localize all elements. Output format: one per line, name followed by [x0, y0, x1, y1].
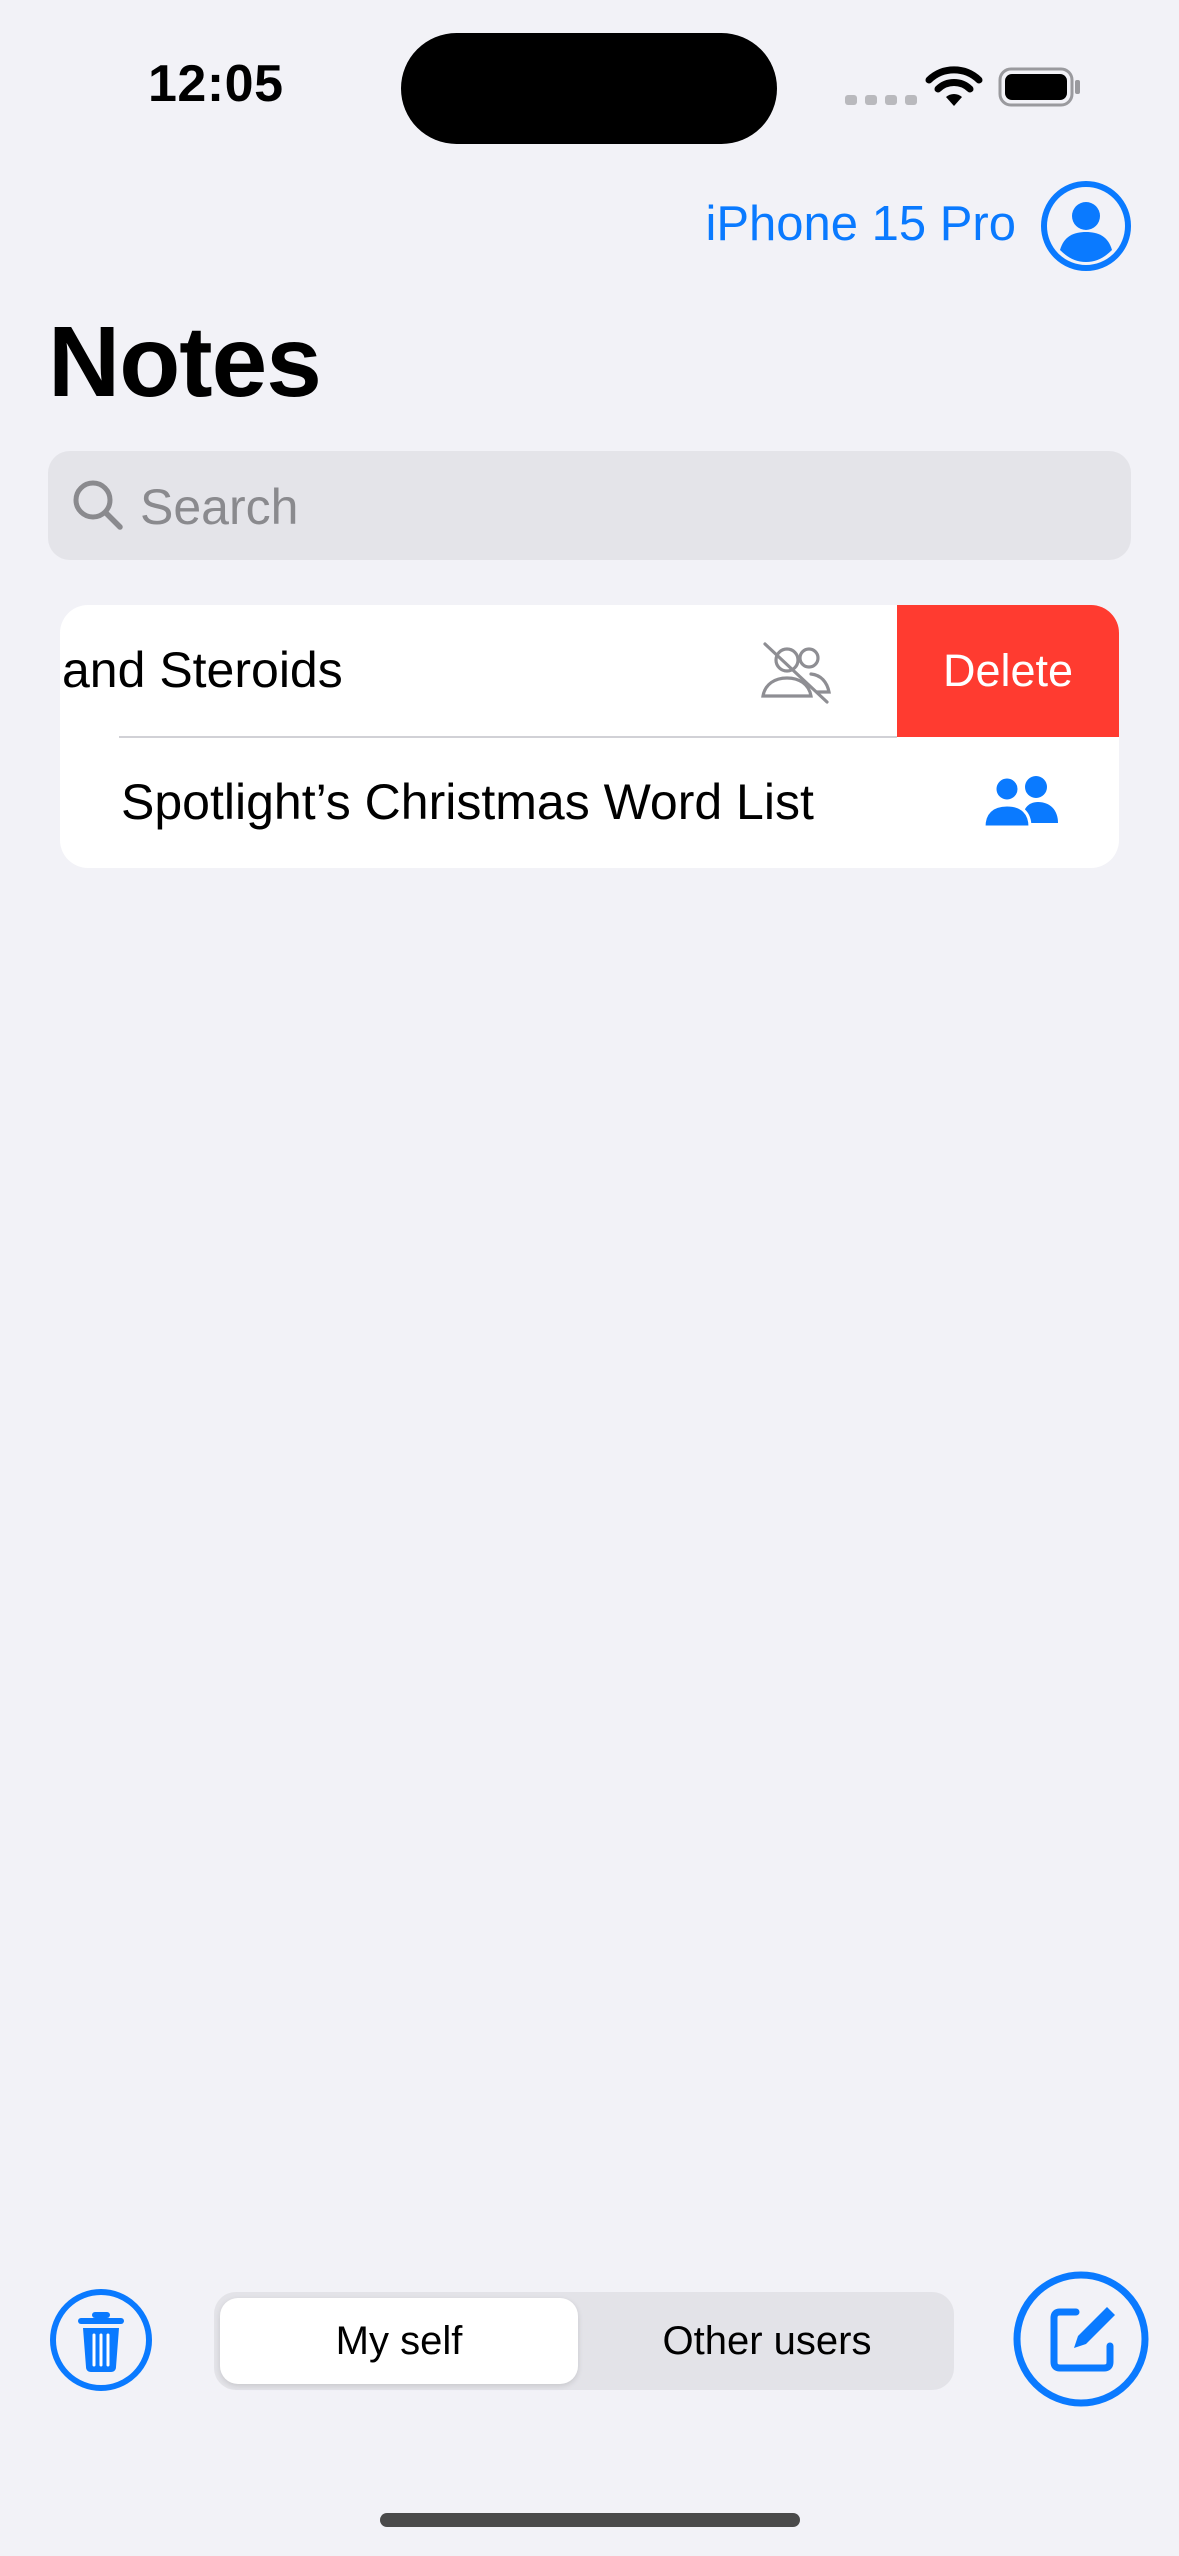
wifi-icon — [925, 66, 983, 106]
note-title[interactable]: and Steroids — [62, 641, 343, 699]
search-input[interactable] — [138, 451, 1102, 562]
row-divider — [119, 736, 897, 738]
search-bar[interactable] — [48, 451, 1131, 562]
search-icon — [73, 480, 123, 530]
person-circle-icon[interactable] — [1040, 180, 1132, 272]
segment-other-users[interactable]: Other users — [588, 2298, 946, 2384]
dynamic-island — [401, 33, 777, 144]
user-filter-segmented-control: My self Other users — [214, 2292, 954, 2390]
person-2-fill-icon — [982, 775, 1058, 829]
device-name-button[interactable]: iPhone 15 Pro — [705, 196, 1016, 252]
trash-icon[interactable] — [48, 2287, 154, 2393]
notes-list: and Steroids Delete Spotlight’s Christma… — [60, 605, 1119, 868]
delete-button[interactable]: Delete — [897, 605, 1119, 737]
signal-dots-icon — [845, 95, 917, 105]
page-title: Notes — [48, 306, 322, 418]
person-2-slash-icon — [761, 642, 831, 704]
home-indicator — [380, 2513, 800, 2527]
note-title[interactable]: Spotlight’s Christmas Word List — [121, 773, 814, 831]
battery-icon — [998, 67, 1080, 107]
status-time: 12:05 — [148, 55, 284, 113]
square-and-pencil-icon[interactable] — [1012, 2270, 1150, 2408]
segment-my-self[interactable]: My self — [220, 2298, 578, 2384]
